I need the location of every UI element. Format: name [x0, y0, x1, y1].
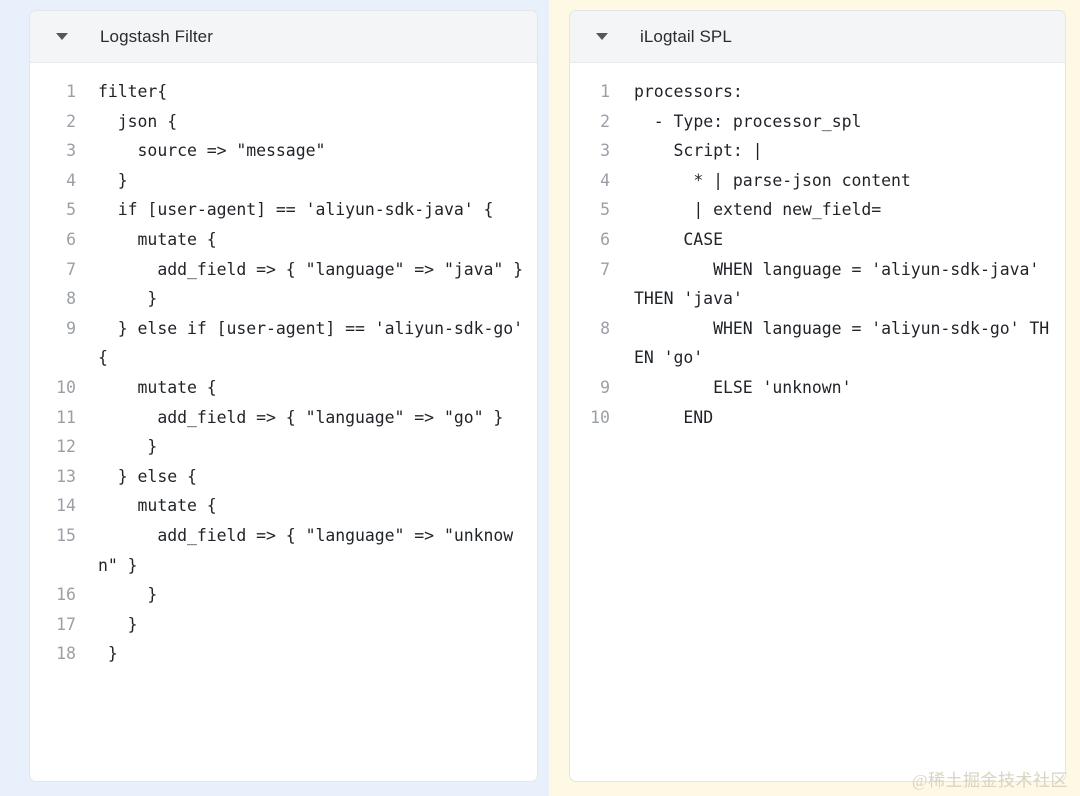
- line-number: 5: [66, 200, 76, 220]
- line-number: 9: [600, 377, 610, 397]
- line-content: json {: [98, 111, 178, 131]
- line-number: 7: [600, 259, 610, 279]
- line-number: 2: [66, 111, 76, 131]
- line-content: add_field => { "language" => "go" }: [98, 407, 504, 427]
- line-number: 12: [56, 437, 76, 457]
- code-line: 10 END: [570, 403, 1053, 433]
- line-number: 6: [600, 229, 610, 249]
- code-line: 3 Script: |: [570, 136, 1053, 166]
- code-line: 4 }: [30, 166, 525, 196]
- code-line: 8 }: [30, 284, 525, 314]
- code-line: 7 WHEN language = 'aliyun-sdk-java' THEN…: [570, 255, 1053, 314]
- line-number: 11: [56, 407, 76, 427]
- line-number: 3: [66, 141, 76, 161]
- code-line: 3 source => "message": [30, 136, 525, 166]
- code-line: 1 processors:: [570, 77, 1053, 107]
- line-number: 13: [56, 466, 76, 486]
- line-content: WHEN language = 'aliyun-sdk-go' THEN 'go…: [634, 318, 1050, 368]
- line-number: 8: [66, 289, 76, 309]
- line-content: Script: |: [634, 141, 763, 161]
- line-number: 3: [600, 141, 610, 161]
- code-line: 7 add_field => { "language" => "java" }: [30, 255, 525, 285]
- line-number: 1: [66, 82, 76, 101]
- code-line: 11 add_field => { "language" => "go" }: [30, 403, 525, 433]
- code-line: 10 mutate {: [30, 373, 525, 403]
- code-block-logstash[interactable]: 1 filter{2 json {3 source => "message" 4 }…: [30, 63, 537, 781]
- code-line: 4 * | parse-json content: [570, 166, 1053, 196]
- line-content: CASE: [634, 229, 723, 249]
- line-content: }: [98, 170, 128, 190]
- code-line: 8 WHEN language = 'aliyun-sdk-go' THEN '…: [570, 314, 1053, 373]
- code-line: 5 if [user-agent] == 'aliyun-sdk-java' {: [30, 195, 525, 225]
- code-line: 9 ELSE 'unknown': [570, 373, 1053, 403]
- code-line: 16 }: [30, 580, 525, 610]
- line-content: mutate {: [98, 377, 217, 397]
- comparison-stage: Logstash Filter 1 filter{2 json {3 source…: [0, 0, 1080, 796]
- line-number: 8: [600, 318, 610, 338]
- card-title-ilogtail: iLogtail SPL: [640, 26, 732, 46]
- line-content: add_field => { "language" => "java" }: [98, 259, 524, 279]
- line-number: 2: [600, 111, 610, 131]
- card-header-logstash[interactable]: Logstash Filter: [30, 11, 537, 63]
- line-content: } else if [user-agent] == 'aliyun-sdk-go…: [98, 318, 533, 368]
- code-block-ilogtail[interactable]: 1 processors: 2 - Type: processor_spl 3 Scr…: [570, 63, 1065, 781]
- line-content: }: [98, 644, 118, 664]
- line-number: 10: [56, 377, 76, 397]
- code-line: 2 json {: [30, 107, 525, 137]
- code-card-logstash: Logstash Filter 1 filter{2 json {3 source…: [29, 10, 538, 782]
- line-number: 16: [56, 585, 76, 605]
- code-line: 18 }: [30, 639, 525, 669]
- line-content: source => "message": [98, 141, 326, 161]
- card-title-logstash: Logstash Filter: [100, 26, 213, 46]
- line-content: }: [98, 585, 158, 605]
- line-number: 6: [66, 229, 76, 249]
- line-number: 7: [66, 259, 76, 279]
- code-line: 15 add_field => { "language" => "unknown…: [30, 521, 525, 580]
- line-content: filter{: [98, 82, 168, 101]
- line-content: | extend new_field=: [634, 200, 882, 220]
- line-number: 4: [600, 170, 610, 190]
- line-content: END: [634, 407, 714, 427]
- code-line: 2 - Type: processor_spl: [570, 107, 1053, 137]
- code-card-ilogtail: iLogtail SPL 1 processors: 2 - Type: proce…: [569, 10, 1066, 782]
- code-line: 6 mutate {: [30, 225, 525, 255]
- line-content: }: [98, 614, 138, 634]
- line-number: 4: [66, 170, 76, 190]
- code-line: 9 } else if [user-agent] == 'aliyun-sdk-…: [30, 314, 525, 373]
- line-number: 18: [56, 644, 76, 664]
- line-content: * | parse-json content: [634, 170, 911, 190]
- code-line: 1 filter{: [30, 77, 525, 107]
- line-content: }: [98, 289, 158, 309]
- line-content: } else {: [98, 466, 197, 486]
- caret-down-icon[interactable]: [56, 33, 68, 40]
- code-line: 14 mutate {: [30, 491, 525, 521]
- line-number: 1: [600, 82, 610, 101]
- line-content: ELSE 'unknown': [634, 377, 852, 397]
- line-content: - Type: processor_spl: [634, 111, 862, 131]
- line-content: }: [98, 437, 158, 457]
- line-number: 17: [56, 614, 76, 634]
- line-number: 9: [66, 318, 76, 338]
- caret-down-icon[interactable]: [596, 33, 608, 40]
- code-line: 6 CASE: [570, 225, 1053, 255]
- code-line: 17 }: [30, 610, 525, 640]
- code-line: 5 | extend new_field=: [570, 195, 1053, 225]
- line-content: processors:: [634, 82, 743, 101]
- line-number: 14: [56, 496, 76, 516]
- line-content: WHEN language = 'aliyun-sdk-java' THEN '…: [634, 259, 1050, 309]
- line-content: mutate {: [98, 496, 217, 516]
- line-content: add_field => { "language" => "unknown" }: [98, 525, 514, 575]
- panel-wrapper-ilogtail: iLogtail SPL 1 processors: 2 - Type: proce…: [549, 0, 1080, 796]
- line-content: mutate {: [98, 229, 217, 249]
- panel-wrapper-logstash: Logstash Filter 1 filter{2 json {3 source…: [0, 0, 549, 796]
- line-number: 15: [56, 525, 76, 545]
- line-number: 5: [600, 200, 610, 220]
- code-line: 12 }: [30, 432, 525, 462]
- code-line: 13 } else {: [30, 462, 525, 492]
- line-content: if [user-agent] == 'aliyun-sdk-java' {: [98, 200, 494, 220]
- line-number: 10: [590, 407, 610, 427]
- card-header-ilogtail[interactable]: iLogtail SPL: [570, 11, 1065, 63]
